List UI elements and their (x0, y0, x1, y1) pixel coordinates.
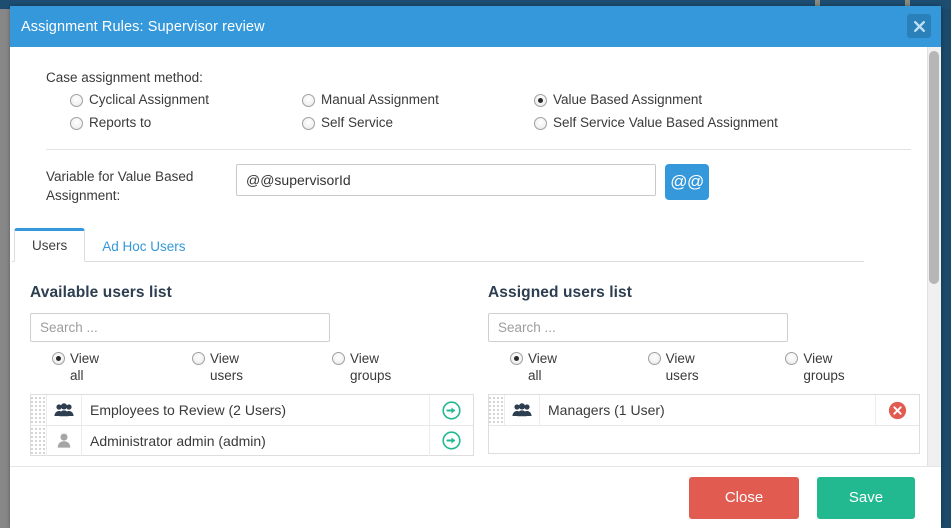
dialog-scrollbar[interactable] (927, 47, 941, 528)
radio-label: Self Service Value Based Assignment (553, 115, 778, 130)
radio-label: Cyclical Assignment (89, 92, 210, 107)
radio-indicator (647, 352, 661, 365)
method-label: Case assignment method: (46, 70, 203, 85)
radio-indicator (192, 352, 205, 365)
radio-indicator (302, 94, 315, 107)
assigned-users-search-input[interactable] (488, 313, 788, 342)
radio-self-service-value-based-assignment[interactable]: Self Service Value Based Assignment (534, 115, 941, 131)
variable-input[interactable] (236, 164, 656, 196)
dialog-scrollbar-thumb[interactable] (929, 51, 939, 284)
available-users-title: Available users list (30, 284, 172, 301)
method-radio-group: Cyclical Assignment Manual Assignment Va… (10, 92, 941, 131)
assigned-users-pane: Assigned users list View all View users … (478, 284, 923, 456)
variable-label: Variable for Value Based Assignment: (46, 169, 194, 203)
radio-label: Value Based Assignment (553, 92, 703, 107)
assigned-view-users-radio[interactable]: View users (647, 350, 786, 384)
list-item[interactable]: Managers (1 User) (489, 395, 919, 425)
radio-indicator (534, 117, 547, 130)
available-users-list: Employees to Review (2 Users) Administra… (30, 394, 474, 456)
user-assignment-panes: Available users list View all View users… (10, 284, 941, 456)
assigned-view-filter-group: View all View users View groups (488, 350, 923, 384)
dialog-header: Assignment Rules: Supervisor review (10, 6, 941, 47)
radio-label: View groups (350, 351, 392, 383)
list-item-label: Managers (1 User) (539, 395, 875, 425)
drag-handle-icon[interactable] (489, 395, 505, 425)
radio-label: View users (210, 351, 244, 383)
variable-row: Variable for Value Based Assignment: @@ (10, 164, 941, 205)
background-left-strip (0, 9, 10, 528)
tab-bar: Users Ad Hoc Users (12, 227, 864, 262)
radio-label: Manual Assignment (321, 92, 439, 107)
available-view-users-radio[interactable]: View users (192, 350, 332, 384)
radio-indicator (302, 117, 315, 130)
user-icon (47, 433, 81, 448)
radio-indicator (70, 94, 83, 107)
assigned-view-groups-radio[interactable]: View groups (785, 350, 923, 384)
list-item-label: Administrator admin (admin) (81, 425, 429, 456)
save-button[interactable]: Save (817, 476, 915, 519)
radio-label: View users (665, 351, 699, 383)
radio-indicator (534, 94, 547, 107)
available-users-search-input[interactable] (30, 313, 330, 342)
dialog-footer: Close Save (10, 466, 941, 528)
radio-label: Reports to (89, 115, 152, 130)
list-item-label: Employees to Review (2 Users) (81, 395, 429, 425)
list-item-empty (489, 425, 919, 453)
radio-reports-to[interactable]: Reports to (70, 115, 302, 131)
available-view-filter-group: View all View users View groups (30, 350, 478, 384)
insert-variable-button[interactable]: @@ (665, 164, 709, 200)
radio-indicator (785, 352, 799, 365)
list-item[interactable]: Administrator admin (admin) (31, 425, 473, 456)
radio-value-based-assignment[interactable]: Value Based Assignment (534, 92, 941, 108)
drag-handle-icon[interactable] (31, 395, 47, 425)
close-button[interactable]: Close (689, 476, 799, 519)
tab-users[interactable]: Users (14, 228, 86, 262)
group-icon (47, 403, 81, 417)
list-item[interactable]: Employees to Review (2 Users) (31, 395, 473, 425)
radio-cyclical-assignment[interactable]: Cyclical Assignment (70, 92, 302, 108)
assigned-view-all-radio[interactable]: View all (510, 350, 648, 384)
remove-icon[interactable] (875, 395, 919, 425)
radio-indicator (52, 352, 65, 365)
radio-label: View all (70, 351, 100, 383)
assigned-users-title: Assigned users list (488, 284, 633, 301)
radio-label: View all (528, 351, 558, 383)
available-view-groups-radio[interactable]: View groups (332, 350, 472, 384)
radio-indicator (332, 352, 345, 365)
drag-handle-icon[interactable] (31, 425, 47, 456)
radio-label: Self Service (321, 115, 394, 130)
assignment-rules-dialog: Assignment Rules: Supervisor review Case… (10, 6, 941, 528)
radio-indicator (510, 352, 523, 365)
close-icon[interactable] (907, 14, 931, 38)
available-users-pane: Available users list View all View users… (18, 284, 478, 456)
dialog-title: Assignment Rules: Supervisor review (21, 18, 265, 35)
add-icon[interactable] (429, 395, 473, 425)
available-view-all-radio[interactable]: View all (52, 350, 192, 384)
radio-manual-assignment[interactable]: Manual Assignment (302, 92, 534, 108)
dialog-body: Case assignment method: Cyclical Assignm… (10, 47, 941, 528)
add-icon[interactable] (429, 425, 473, 456)
radio-indicator (70, 117, 83, 130)
assigned-users-list: Managers (1 User) (488, 394, 920, 454)
tab-ad-hoc-users[interactable]: Ad Hoc Users (85, 230, 202, 262)
section-divider (46, 149, 911, 150)
radio-self-service[interactable]: Self Service (302, 115, 534, 131)
radio-label: View groups (803, 351, 845, 383)
group-icon (505, 403, 539, 417)
